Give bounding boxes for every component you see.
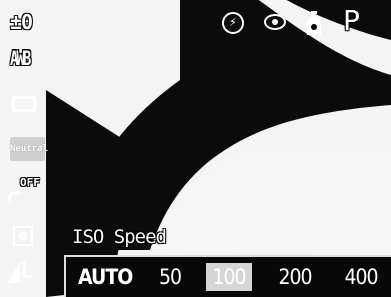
iso-option-200[interactable]: 200 xyxy=(272,263,318,291)
iso-option-50[interactable]: 50 xyxy=(154,263,186,291)
evaluative-metering-icon xyxy=(13,226,33,246)
iso-option-auto[interactable]: AUTO xyxy=(78,263,133,291)
iso-option-400[interactable]: 400 xyxy=(338,263,384,291)
iso-menu-title: ISO Speed xyxy=(72,226,167,248)
flash-off-icon: ⚡ xyxy=(222,12,244,34)
photo-effect-label: Neutral xyxy=(10,144,48,154)
red-eye-reduction-icon xyxy=(264,14,286,30)
photo-effect-indicator: Neutral xyxy=(10,137,48,161)
white-balance-indicator: AWB xyxy=(10,48,31,71)
iso-option-100[interactable]: 100 xyxy=(206,263,252,291)
resolution-wedge-icon xyxy=(8,261,20,283)
top-status-icons: ⚡ P xyxy=(191,0,391,50)
shooting-mode-indicator: P xyxy=(343,4,360,37)
exposure-compensation: ±0 xyxy=(10,10,33,34)
single-frame-icon xyxy=(12,96,36,112)
resolution-label: L xyxy=(20,259,34,284)
stitch-assist-label: OFF xyxy=(20,176,40,189)
iso-options-bar: AUTO 50 100 200 400 xyxy=(64,255,391,297)
arrow-icon xyxy=(8,188,22,203)
self-timer-icon xyxy=(307,11,321,35)
camera-lcd-screen: ±0 AWB Neutral OFF L ⚡ P ISO Speed AUTO … xyxy=(0,0,391,297)
left-status-bar: ±0 AWB Neutral OFF L xyxy=(0,0,48,297)
